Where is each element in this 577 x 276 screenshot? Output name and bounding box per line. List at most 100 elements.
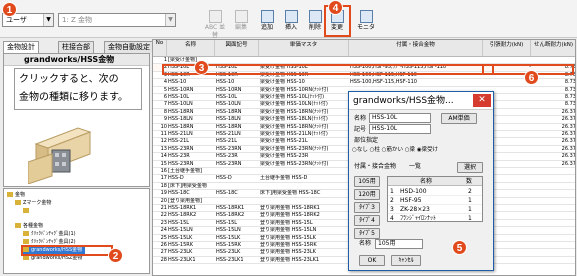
cell-drawing: HSS-10 — [216, 79, 235, 86]
table-row[interactable]: 4 HSS-10 HSS-10 梁受け金物 HSS-10 HSS-100,HSF-115… — [153, 79, 575, 87]
edit-button[interactable]: 編集 — [230, 8, 252, 35]
cell-unit: 梁受け金物 HSS-18RN(ﾅｯﾄ付) — [260, 108, 329, 115]
tab-auto-setting[interactable]: 金物自動設定 — [104, 41, 154, 53]
tree-node-blank[interactable] — [23, 208, 31, 215]
select-button[interactable]: 選択 — [457, 162, 483, 173]
add-button[interactable]: 追加 — [256, 8, 278, 35]
mode-select-value: ユーザ — [6, 16, 27, 24]
cell-unit: 梁受け金物 HSS-18RN(ﾅｯﾄ付) — [260, 123, 329, 130]
tree-label: ｸﾘｯｸﾊﾟﾝﾁｬｸﾞ金具(1) — [31, 231, 76, 237]
side-button-120[interactable]: 120用 — [354, 189, 380, 200]
cell-no: 12 — [160, 138, 167, 145]
cell-name: HSS-15L — [168, 219, 190, 226]
name-field[interactable]: HSS-10L — [369, 113, 431, 123]
fitting-row[interactable]: 2 HSF-95 1 — [388, 196, 482, 205]
tree-node-click1[interactable]: ｸﾘｯｸﾊﾟﾝﾁｬｸﾞ金具(1) — [23, 231, 76, 238]
cell-drawing: HSS-23LK1 — [216, 256, 244, 263]
folder-icon — [23, 231, 29, 236]
cell-no: 14 — [160, 153, 167, 160]
fitting-col-qty: 数 — [466, 178, 473, 185]
fitting-cell-no: 1 — [390, 188, 394, 195]
cell-name: HSS-23LK1 — [168, 256, 196, 263]
step-badge-5: 5 — [452, 240, 467, 255]
radio-brace[interactable]: ○筋かい — [382, 147, 403, 153]
fitting-row[interactable]: 4 ﾌﾗﾝｼﾞｬｲﾛﾝﾅｯﾄ 1 — [388, 214, 482, 223]
tab-label: 柱接合部 — [62, 43, 90, 51]
cell-drawing: HSS-23LK — [216, 249, 241, 256]
ok-button[interactable]: OK — [359, 255, 385, 266]
col-no-header: No — [153, 40, 167, 57]
monitor-icon — [359, 10, 373, 23]
cell-no: 9 — [163, 116, 167, 123]
cell-no: 25 — [160, 234, 167, 241]
bottom-name-field[interactable]: 105用 — [375, 239, 423, 249]
am-price-button[interactable]: AM単価 — [441, 113, 477, 124]
sort-label: ABC 並替 — [204, 24, 226, 39]
cell-name: HSS-23R — [168, 153, 190, 160]
radio-beam-receiver[interactable]: ◉梁受け — [417, 147, 438, 153]
selected-type-text: grandworks/HSS金物 — [24, 55, 115, 64]
tree-node-various[interactable]: 各種金物 — [15, 223, 43, 230]
code-field[interactable]: HSS-10L — [369, 124, 431, 134]
cell-no: 6 — [163, 94, 167, 100]
chevron-down-icon[interactable]: ▼ — [43, 14, 53, 26]
close-icon[interactable]: ✕ — [473, 94, 491, 107]
cell-name: HSS-18RK2 — [168, 212, 197, 219]
side-button-105[interactable]: 105用 — [354, 176, 380, 187]
cell-name: [土台継手金物] — [168, 168, 202, 174]
cell-unit: 梁受け金物 HSS-10 — [260, 79, 305, 86]
cell-no: 8 — [163, 108, 167, 115]
edit-label: 編集 — [234, 24, 247, 31]
cell-unit: 床下]用梁受金物 HSS-18C — [260, 190, 321, 197]
callout-note: クリックすると、次の 金物の種類に移ります。 — [14, 68, 142, 110]
fitting-cell-name: HSD-100 — [400, 188, 427, 195]
folder-icon — [15, 200, 21, 205]
radio-beam[interactable]: ○梁 — [405, 147, 415, 153]
cell-no: 24 — [160, 227, 167, 234]
selected-type-label[interactable]: grandworks/HSS金物 — [4, 54, 149, 66]
cell-name: HSS-23RN — [168, 145, 194, 152]
side-button-type5[interactable]: ﾀｲﾌﾟ5 — [354, 228, 380, 239]
header-text: No — [155, 40, 164, 46]
side-button-type3[interactable]: ﾀｲﾌﾟ3 — [354, 202, 380, 213]
side-button-type4[interactable]: ﾀｲﾌﾟ4 — [354, 215, 380, 226]
radio-none[interactable]: ○なし — [352, 147, 368, 153]
cancel-button[interactable]: ｷｬﾝｾﾙ — [391, 255, 421, 266]
cell-drawing: HSS-15LN — [216, 227, 241, 234]
radio-column[interactable]: ○柱 — [370, 147, 380, 153]
tree-node-root[interactable]: 金物 — [7, 192, 25, 199]
monitor-label: モニタ — [356, 24, 375, 31]
list-label: 一覧 — [409, 163, 422, 170]
fitting-row[interactable]: 1 HSD-100 2 — [388, 187, 482, 196]
cell-name: HSS-18RN — [168, 108, 194, 115]
col-fitting-header: 付属・接合金物 — [349, 40, 483, 57]
cell-name: HSS-10L — [168, 94, 190, 100]
name-label: 名称 — [354, 115, 367, 122]
dialog-title: grandworks/HSS金物... — [349, 92, 493, 110]
chevron-down-icon[interactable]: ▼ — [165, 14, 175, 26]
cell-drawing: HSS-18C — [216, 190, 238, 197]
code-label: 記号 — [354, 126, 367, 133]
delete-button[interactable]: 削除 — [304, 8, 326, 35]
sub-select-value: 1: Z 金物 — [62, 16, 93, 24]
sort-button[interactable]: ABC 並替 — [204, 8, 226, 39]
cell-shear: 8.73 — [564, 94, 576, 100]
tree-label: 金物 — [15, 192, 26, 198]
radio-label: 梁受け — [421, 147, 439, 153]
part-radio-group: ○なし ○柱 ○筋かい ○梁 ◉梁受け — [352, 145, 492, 156]
insert-button[interactable]: 挿入 — [280, 8, 302, 35]
cell-shear: 26.37 — [561, 123, 576, 130]
fitting-cell-no: 3 — [390, 206, 394, 213]
tab-column-joint[interactable]: 柱接合部 — [58, 41, 94, 53]
monitor-button[interactable]: モニタ — [352, 8, 380, 35]
folder-icon — [15, 223, 21, 228]
cell-shear: 26.37 — [561, 116, 576, 123]
fitting-row[interactable]: 3 ZK-28×23 1 — [388, 205, 482, 214]
part-label: 部位指定 — [354, 137, 379, 144]
cell-drawing: HSS-18LN — [216, 116, 241, 123]
tree-node-zmark[interactable]: Zマーク金物 — [15, 200, 51, 207]
sub-select[interactable]: 1: Z 金物 ▼ — [58, 13, 176, 27]
cell-drawing: HSS-18RK1 — [216, 205, 245, 211]
tree-node-hsz[interactable]: grandworks/HSZ金物 — [23, 255, 82, 262]
fitting-cell-qty: 1 — [468, 206, 472, 213]
